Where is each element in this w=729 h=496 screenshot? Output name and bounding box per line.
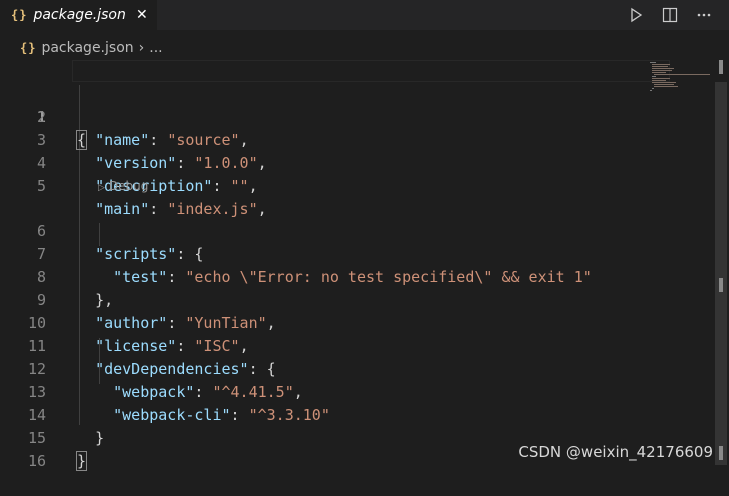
line-number: 16 xyxy=(27,452,46,470)
current-line-highlight xyxy=(72,60,670,82)
code-line: 4 "description": "", xyxy=(0,129,729,195)
code-line: 8 }, xyxy=(0,243,729,309)
scroll-marker xyxy=(719,278,723,292)
debug-label: Debug xyxy=(108,179,149,193)
code-line: 7 "test": "echo \"Error: no test specifi… xyxy=(0,220,729,286)
code-line: 2 "name": "source", xyxy=(0,83,729,149)
scroll-marker xyxy=(719,446,723,460)
tab-package-json[interactable]: {} package.json ✕ xyxy=(0,0,157,30)
run-button[interactable] xyxy=(625,4,647,26)
editor-actions xyxy=(625,4,715,26)
breadcrumb: {} package.json › ... xyxy=(0,36,729,60)
breadcrumb-more[interactable]: ... xyxy=(149,40,162,56)
json-file-icon: {} xyxy=(11,8,28,22)
colon: : xyxy=(212,177,231,195)
chevron-right-icon: › xyxy=(138,40,145,56)
json-string: "" xyxy=(230,177,249,195)
play-icon xyxy=(631,7,643,23)
code-line: 1 { xyxy=(0,60,729,150)
close-icon[interactable]: ✕ xyxy=(135,7,149,23)
tab-bar: {} package.json ✕ xyxy=(0,0,729,30)
close-brace: } xyxy=(75,451,88,471)
code-line: 9 "author": "YunTian", xyxy=(0,266,729,332)
code-line: 12 "webpack": "^4.41.5", xyxy=(0,335,729,401)
tab-title: package.json xyxy=(33,7,126,23)
scroll-marker xyxy=(719,60,723,74)
code-line: 10 "license": "ISC", xyxy=(0,289,729,355)
scrollbar-thumb[interactable] xyxy=(715,82,727,465)
code-line: 14 } xyxy=(0,381,729,447)
comma: , xyxy=(248,177,258,195)
code-line: 6 "scripts": { xyxy=(0,197,729,263)
line-number: 5 xyxy=(36,177,46,195)
split-editor-icon xyxy=(662,7,678,23)
code-line: 11 "devDependencies": { xyxy=(0,312,729,378)
debug-codelens[interactable]: ▷ Debug xyxy=(98,176,148,196)
ellipsis-icon xyxy=(697,13,711,17)
minimap[interactable] xyxy=(648,60,712,100)
code-editor[interactable]: 1 { 2 "name": "source", 3 "version": "1.… xyxy=(0,60,729,473)
vertical-scrollbar[interactable] xyxy=(713,60,729,473)
watermark: CSDN @weixin_42176609 xyxy=(518,443,713,461)
play-icon: ▷ xyxy=(98,183,105,193)
code-line: 5 "main": "index.js", xyxy=(0,152,729,218)
breadcrumb-file[interactable]: package.json xyxy=(41,40,133,56)
code-line: 13 "webpack-cli": "^3.3.10" xyxy=(0,358,729,424)
more-actions-button[interactable] xyxy=(693,4,715,26)
code-line: 15 } xyxy=(0,404,729,471)
split-editor-button[interactable] xyxy=(659,4,681,26)
code-line: 3 "version": "1.0.0", xyxy=(0,106,729,172)
json-file-icon: {} xyxy=(20,41,37,55)
